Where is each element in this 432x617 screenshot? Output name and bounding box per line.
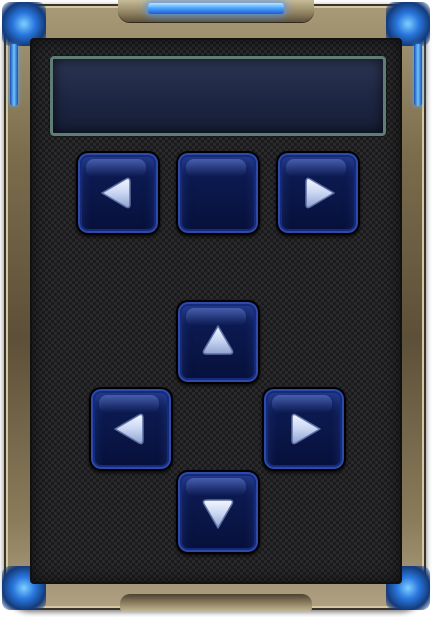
triangle-left-icon [101,177,131,209]
display-screen [50,56,386,136]
dpad-up-button[interactable] [176,300,260,384]
dpad-down-button[interactable] [176,470,260,554]
dpad-right-button[interactable] [262,387,346,471]
top-status-light [148,3,284,14]
dpad-left-button[interactable] [89,387,173,471]
center-button[interactable] [176,151,260,235]
triangle-right-icon [291,413,321,445]
side-light-strip-right [414,44,422,106]
triangle-up-icon [202,325,234,355]
previous-button[interactable] [76,151,160,235]
side-light-strip-left [10,44,18,106]
triangle-left-icon [114,413,144,445]
next-button[interactable] [276,151,360,235]
triangle-right-icon [305,177,335,209]
bottom-cap [120,594,312,612]
triangle-down-icon [202,499,234,529]
